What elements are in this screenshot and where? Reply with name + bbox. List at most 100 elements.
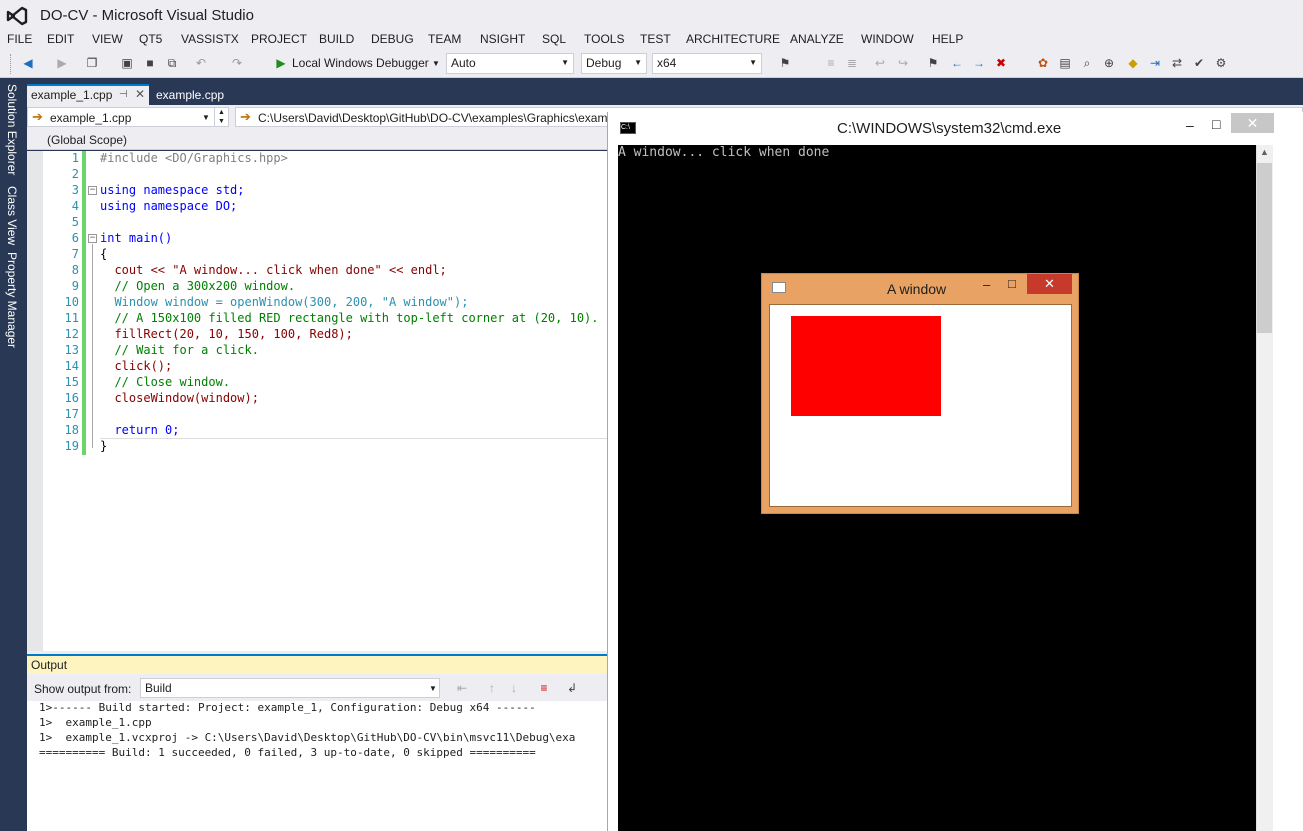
previous-bookmark-icon[interactable]: ←	[950, 56, 964, 70]
platform-combo[interactable]: x64 ▼	[652, 53, 762, 74]
next-bookmark-icon[interactable]: →	[972, 56, 986, 70]
solution-platform-value: Auto	[451, 56, 476, 70]
clear-all-icon[interactable]: ≡	[537, 681, 551, 695]
list-methods-icon[interactable]: ◆	[1126, 56, 1140, 70]
menu-team[interactable]: TEAM	[428, 32, 461, 46]
line-number: 14	[64, 359, 79, 373]
start-debugging-icon[interactable]: ▶	[274, 56, 288, 70]
find-symbol-icon[interactable]: ⌕	[1080, 56, 1094, 70]
extension-icon[interactable]: ✿	[1036, 56, 1050, 70]
tab-solution-explorer[interactable]: Solution Explorer	[5, 84, 19, 175]
graphics-canvas[interactable]	[769, 304, 1072, 507]
redo-icon[interactable]: ↷	[230, 56, 244, 70]
current-line-highlight	[100, 438, 607, 439]
line-number: 11	[64, 311, 79, 325]
output-source-value: Build	[145, 681, 172, 695]
console-scrollbar[interactable]: ▲	[1256, 145, 1303, 831]
output-line: 1> example_1.cpp	[39, 716, 152, 729]
menu-nsight[interactable]: NSIGHT	[480, 32, 525, 46]
open-file-icon[interactable]: ▣	[120, 56, 134, 70]
pin-icon[interactable]: ⊣	[119, 89, 128, 100]
standard-toolbar: ◀ ▶ ❐ ▣ ■ ⧉ ↶ ↷ ▶ Local Windows Debugger…	[0, 50, 1303, 78]
platform-value: x64	[657, 56, 677, 70]
menu-debug[interactable]: DEBUG	[371, 32, 414, 46]
navigate-forward-icon[interactable]: ▶	[55, 56, 69, 70]
menu-analyze[interactable]: ANALYZE	[790, 32, 844, 46]
close-icon[interactable]: ✕	[135, 87, 145, 101]
clear-bookmarks-icon[interactable]: ✖	[994, 56, 1008, 70]
scroll-thumb[interactable]	[1257, 163, 1272, 333]
bookmark-icon[interactable]: ⚑	[926, 56, 940, 70]
show-output-label: Show output from:	[34, 682, 132, 696]
tab-property-manager[interactable]: Property Manager	[5, 252, 19, 348]
code-line: }	[100, 439, 108, 453]
next-message-icon[interactable]: ↓	[507, 681, 521, 695]
code-line: fillRect(20, 10, 150, 100, Red8);	[100, 327, 353, 341]
menu-file[interactable]: FILE	[7, 32, 32, 46]
debugger-button[interactable]: Local Windows Debugger	[292, 56, 429, 70]
collapse-icon[interactable]: −	[88, 234, 97, 243]
menu-test[interactable]: TEST	[640, 32, 671, 46]
scope-dropdown[interactable]: (Global Scope)	[47, 133, 127, 147]
minimize-icon[interactable]: –	[983, 277, 990, 292]
minimize-icon[interactable]: –	[1186, 117, 1194, 133]
graphics-window-title: A window	[887, 281, 947, 297]
menu-tools[interactable]: TOOLS	[584, 32, 624, 46]
maximize-icon[interactable]: □	[1212, 116, 1220, 132]
code-line: {	[100, 247, 108, 261]
menu-edit[interactable]: EDIT	[47, 32, 74, 46]
code-editor[interactable]: 1 2 3 4 5 6 7 8 9 10 11 12 13 14 15 16 1…	[27, 151, 639, 651]
refactor-icon[interactable]: ⇄	[1170, 56, 1184, 70]
goto-icon[interactable]: ⇥	[1148, 56, 1162, 70]
menu-window[interactable]: WINDOW	[861, 32, 914, 46]
save-all-icon[interactable]: ⧉	[165, 56, 179, 70]
collapse-icon[interactable]: −	[88, 186, 97, 195]
uncomment-icon[interactable]: ↪	[896, 56, 910, 70]
new-project-icon[interactable]: ❐	[85, 56, 99, 70]
solution-platform-combo[interactable]: Auto ▼	[446, 53, 574, 74]
menu-vassistx[interactable]: VASSISTX	[181, 32, 239, 46]
menu-architecture[interactable]: ARCHITECTURE	[686, 32, 780, 46]
menu-project[interactable]: PROJECT	[251, 32, 307, 46]
output-source-combo[interactable]: Build ▼	[140, 678, 440, 698]
menu-sql[interactable]: SQL	[542, 32, 566, 46]
spell-check-icon[interactable]: ✔	[1192, 56, 1206, 70]
line-number: 19	[64, 439, 79, 453]
toolbar-grip[interactable]	[10, 54, 13, 74]
indent-icon[interactable]: ≡	[824, 56, 838, 70]
maximize-icon[interactable]: □	[1008, 276, 1016, 291]
tab-example-1-cpp[interactable]: example_1.cpp ⊣ ✕	[27, 84, 149, 105]
output-text[interactable]: 1>------ Build started: Project: example…	[27, 701, 607, 831]
file-dropdown[interactable]: ➔ example_1.cpp ▼ ▲ ▼	[27, 107, 229, 127]
previous-message-icon[interactable]: ↑	[485, 681, 499, 695]
close-icon[interactable]: ✕	[1027, 274, 1072, 294]
tab-class-view[interactable]: Class View	[5, 186, 19, 245]
close-icon[interactable]: ✕	[1231, 113, 1274, 133]
open-file-in-solution-icon[interactable]: ▤	[1058, 56, 1072, 70]
save-icon[interactable]: ■	[143, 56, 157, 70]
code-line: // Close window.	[100, 375, 231, 389]
line-number: 7	[71, 247, 79, 261]
tab-example-cpp[interactable]: example.cpp	[156, 88, 224, 102]
line-number: 8	[71, 263, 79, 277]
configuration-combo[interactable]: Debug ▼	[581, 53, 647, 74]
path-dropdown-value: C:\Users\David\Desktop\GitHub\DO-CV\exam…	[258, 111, 608, 125]
goto-message-icon[interactable]: ⇤	[455, 681, 469, 695]
spin-icon[interactable]: ▲ ▼	[214, 108, 228, 126]
line-number: 17	[64, 407, 79, 421]
menu-build[interactable]: BUILD	[319, 32, 354, 46]
chevron-down-icon[interactable]: ▼	[432, 59, 440, 68]
menu-help[interactable]: HELP	[932, 32, 963, 46]
navigate-back-icon[interactable]: ◀	[21, 56, 35, 70]
find-in-files-icon[interactable]: ⚑	[778, 56, 792, 70]
undo-icon[interactable]: ↶	[194, 56, 208, 70]
options-icon[interactable]: ⚙	[1214, 56, 1228, 70]
code-line: closeWindow(window);	[100, 391, 259, 405]
outdent-icon[interactable]: ≣	[845, 56, 859, 70]
menu-qt5[interactable]: QT5	[139, 32, 162, 46]
menu-view[interactable]: VIEW	[92, 32, 123, 46]
word-wrap-icon[interactable]: ↲	[565, 681, 579, 695]
scroll-up-icon[interactable]: ▲	[1260, 147, 1269, 157]
comment-icon[interactable]: ↩	[873, 56, 887, 70]
find-references-icon[interactable]: ⊕	[1102, 56, 1116, 70]
